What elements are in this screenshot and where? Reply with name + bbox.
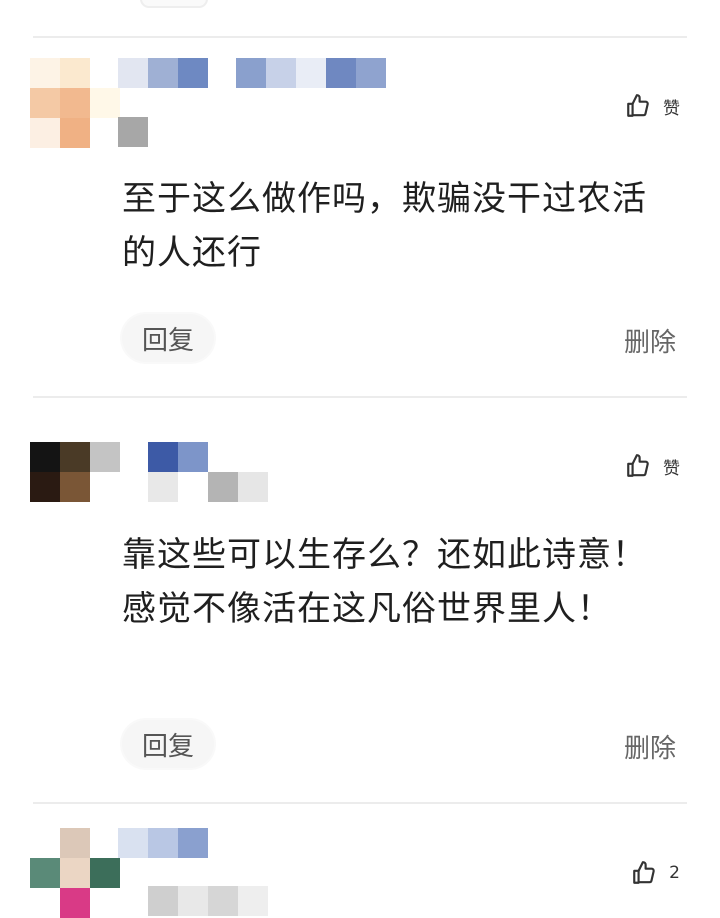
divider (33, 802, 687, 804)
previous-reply-button-partial[interactable] (140, 0, 208, 8)
like-button[interactable]: 赞 (625, 453, 680, 479)
thumbs-up-icon (625, 453, 651, 479)
avatar[interactable] (30, 828, 120, 918)
like-button[interactable]: 赞 (625, 93, 680, 119)
reply-button[interactable]: 回复 (122, 720, 214, 768)
like-button[interactable]: 2 (631, 860, 680, 886)
comment-text: 靠这些可以生存么？还如此诗意！感觉不像活在这凡俗世界里人！ (122, 535, 647, 629)
avatar[interactable] (30, 58, 120, 148)
reply-button[interactable]: 回复 (122, 314, 214, 362)
thumbs-up-icon (625, 93, 651, 119)
comment-text: 至于这么做作吗，欺骗没干过农活的人还行 (122, 179, 647, 273)
like-count: 2 (669, 863, 680, 883)
thumbs-up-icon (631, 860, 657, 886)
like-label: 赞 (663, 458, 680, 479)
avatar[interactable] (30, 442, 120, 502)
delete-button[interactable]: 删除 (624, 322, 676, 359)
divider (33, 396, 687, 398)
divider (33, 36, 687, 38)
delete-button[interactable]: 删除 (624, 728, 676, 765)
like-label: 赞 (663, 98, 680, 119)
